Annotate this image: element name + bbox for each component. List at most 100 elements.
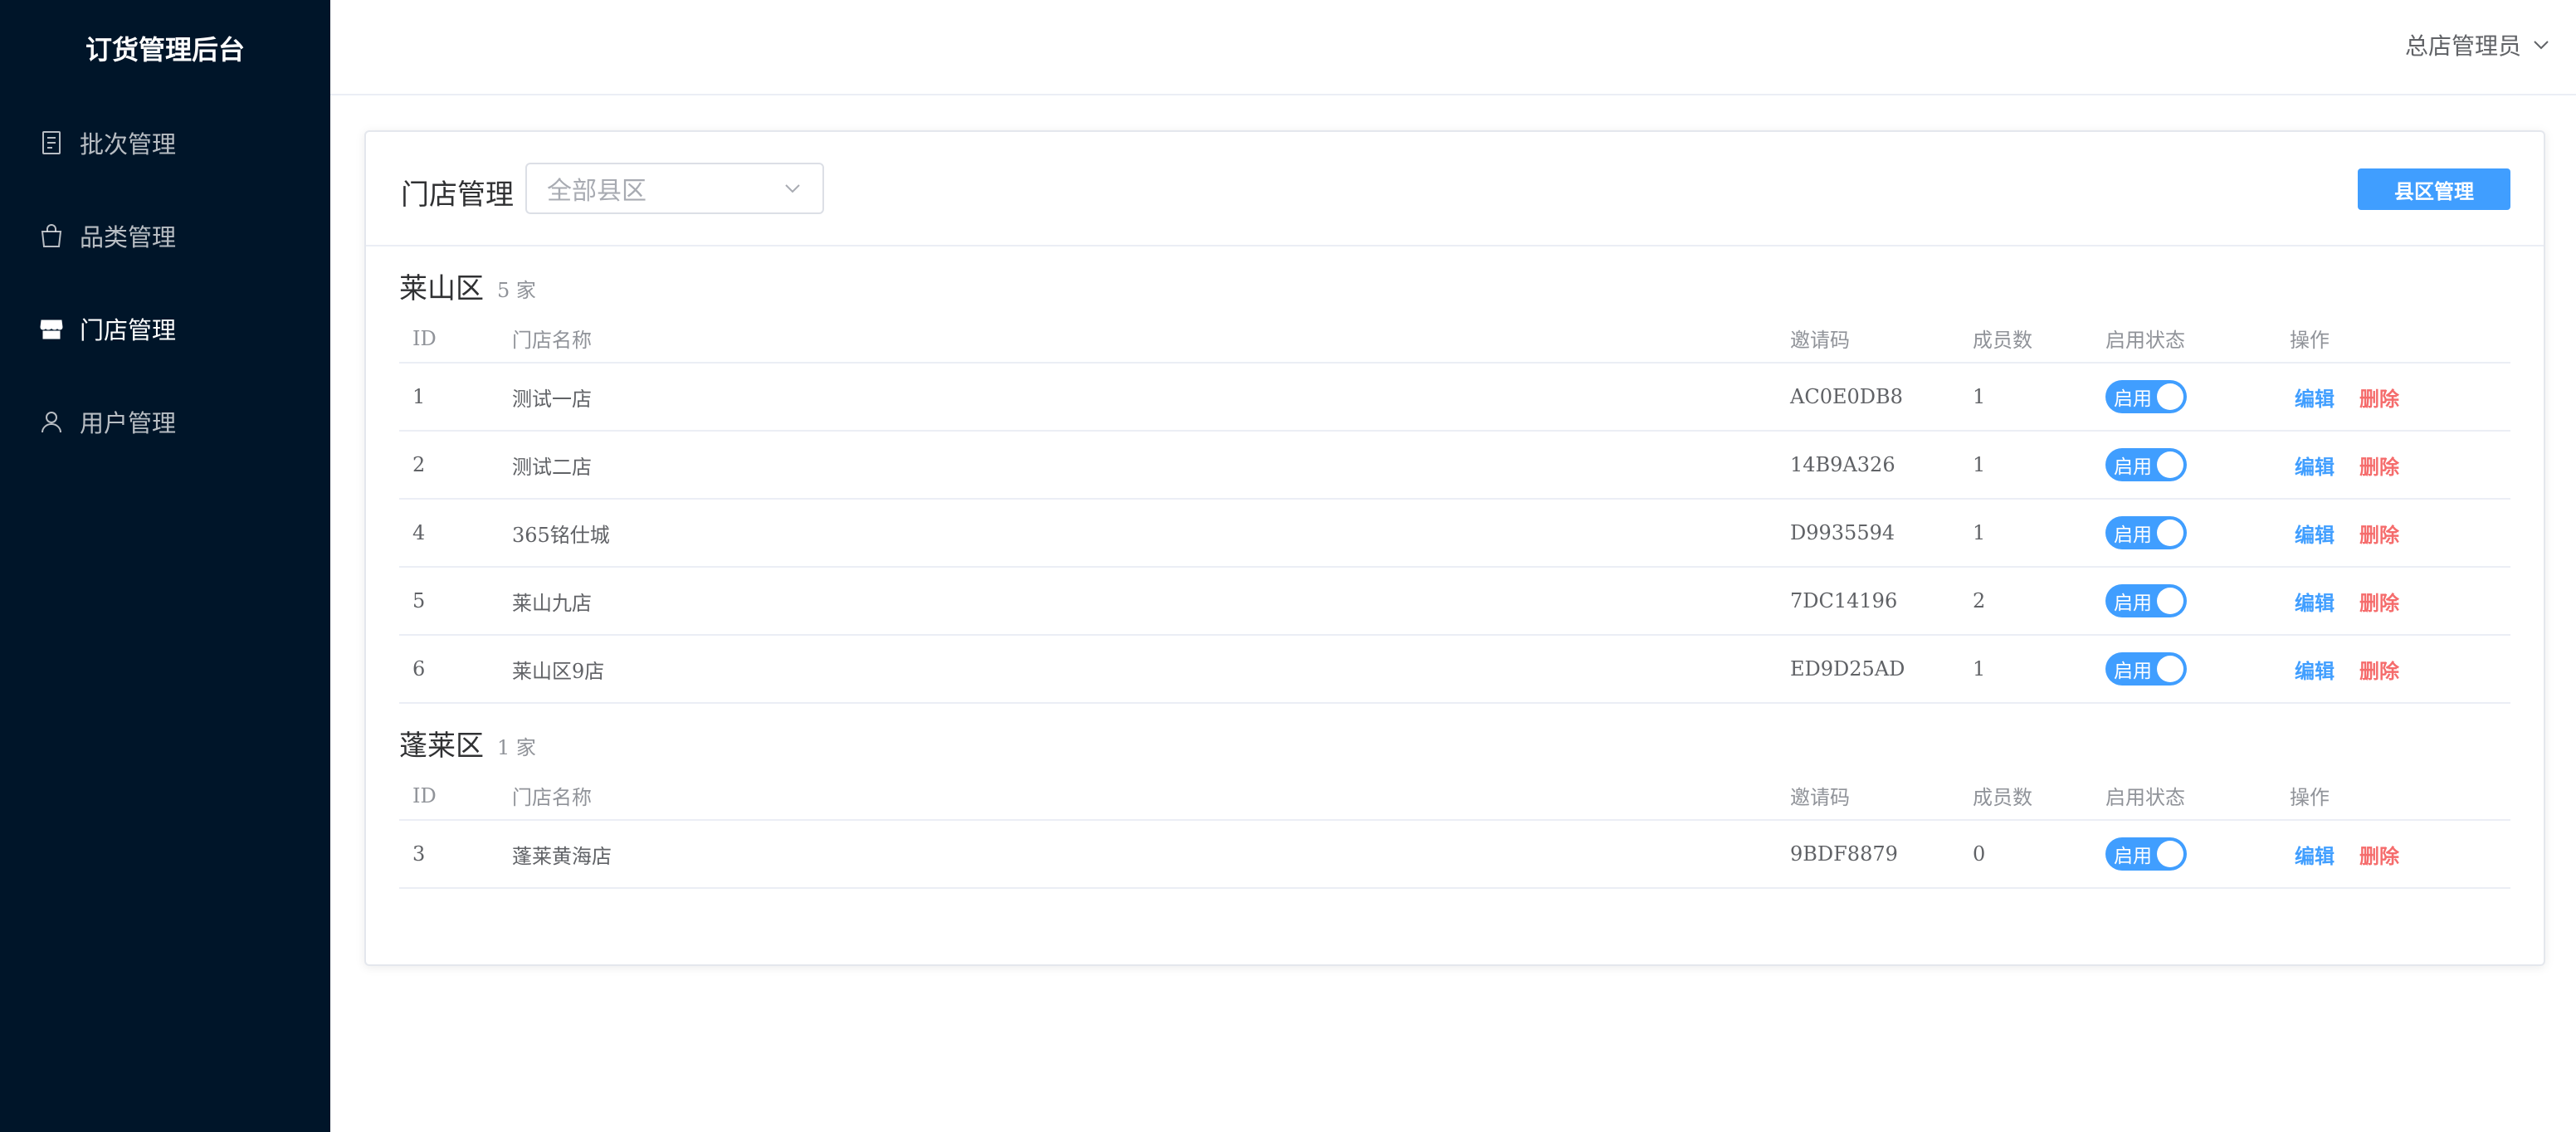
top-header: 总店管理员 [330, 0, 2576, 95]
status-switch[interactable]: 启用 [2105, 652, 2187, 686]
chevron-down-icon [2534, 41, 2549, 50]
group-count: 5 家 [497, 279, 536, 302]
sidebar-item-label: 批次管理 [80, 130, 177, 159]
cell-name: 测试一店 [499, 363, 1777, 432]
cell-members: 0 [1959, 820, 2092, 889]
sidebar-item-users[interactable]: 用户管理 [0, 375, 330, 468]
switch-label: 启用 [2114, 846, 2152, 867]
cell-members: 1 [1959, 635, 2092, 704]
table-header-row: ID 门店名称 邀请码 成员数 启用状态 操作 [399, 315, 2510, 364]
cell-status: 启用 [2092, 567, 2276, 636]
column-header-ops: 操作 [2276, 772, 2510, 821]
status-switch[interactable]: 启用 [2105, 584, 2187, 617]
cell-name: 莱山九店 [499, 567, 1777, 636]
district-select[interactable]: 全部县区 [525, 163, 824, 214]
cell-ops: 编辑 删除 [2276, 567, 2510, 636]
delete-button[interactable]: 删除 [2359, 592, 2399, 615]
cell-status: 启用 [2092, 431, 2276, 500]
table-row: 1 测试一店 AC0E0DB8 1 启用 编辑 删除 [399, 363, 2510, 432]
table-row: 6 莱山区9店 ED9D25AD 1 启用 编辑 删除 [399, 635, 2510, 704]
cell-ops: 编辑 删除 [2276, 431, 2510, 500]
group-title: 莱山区 [399, 272, 484, 305]
status-switch[interactable]: 启用 [2105, 448, 2187, 481]
edit-button[interactable]: 编辑 [2295, 524, 2334, 547]
shopping-bag-icon [38, 222, 65, 249]
cell-code: 14B9A326 [1777, 431, 1959, 500]
switch-label: 启用 [2114, 661, 2152, 682]
cell-ops: 编辑 删除 [2276, 499, 2510, 568]
edit-button[interactable]: 编辑 [2295, 388, 2334, 411]
user-icon [38, 408, 65, 435]
cell-status: 启用 [2092, 820, 2276, 889]
cell-code: AC0E0DB8 [1777, 363, 1959, 432]
delete-button[interactable]: 删除 [2359, 660, 2399, 683]
edit-button[interactable]: 编辑 [2295, 660, 2334, 683]
chevron-down-icon [785, 184, 800, 193]
sidebar-item-stores[interactable]: 门店管理 [0, 282, 330, 375]
cell-id: 1 [399, 363, 499, 432]
edit-button[interactable]: 编辑 [2295, 845, 2334, 868]
cell-ops: 编辑 删除 [2276, 363, 2510, 432]
store-table: ID 门店名称 邀请码 成员数 启用状态 操作 3 蓬莱黄海店 9BDF8879… [399, 772, 2510, 889]
edit-button[interactable]: 编辑 [2295, 456, 2334, 479]
page-title: 门店管理 [401, 178, 514, 212]
cell-members: 1 [1959, 363, 2092, 432]
column-header-status: 启用状态 [2092, 315, 2276, 364]
table-row: 2 测试二店 14B9A326 1 启用 编辑 删除 [399, 431, 2510, 500]
group-header: 蓬莱区 1 家 [399, 704, 2510, 772]
card-header: 门店管理 全部县区 县区管理 [366, 132, 2544, 246]
delete-button[interactable]: 删除 [2359, 388, 2399, 411]
column-header-code: 邀请码 [1777, 772, 1959, 821]
district-select-placeholder: 全部县区 [547, 177, 646, 206]
delete-button[interactable]: 删除 [2359, 456, 2399, 479]
column-header-id: ID [399, 772, 499, 821]
district-management-button[interactable]: 县区管理 [2358, 168, 2510, 210]
cell-status: 启用 [2092, 635, 2276, 704]
sidebar-item-label: 用户管理 [80, 409, 177, 437]
status-switch[interactable]: 启用 [2105, 516, 2187, 549]
document-icon [38, 129, 65, 156]
switch-knob [2157, 841, 2183, 867]
group-title: 蓬莱区 [399, 729, 484, 763]
sidebar-item-label: 门店管理 [80, 316, 177, 344]
switch-knob [2157, 383, 2183, 410]
delete-button[interactable]: 删除 [2359, 845, 2399, 868]
switch-label: 启用 [2114, 388, 2152, 410]
store-icon [38, 315, 65, 342]
edit-button[interactable]: 编辑 [2295, 592, 2334, 615]
column-header-ops: 操作 [2276, 315, 2510, 364]
status-switch[interactable]: 启用 [2105, 380, 2187, 413]
cell-code: 7DC14196 [1777, 567, 1959, 636]
store-management-card: 门店管理 全部县区 县区管理 莱山区 5 家 ID 门店名称 邀请码 成员数 启… [364, 130, 2545, 966]
switch-label: 启用 [2114, 456, 2152, 478]
column-header-members: 成员数 [1959, 772, 2092, 821]
delete-button[interactable]: 删除 [2359, 524, 2399, 547]
cell-code: D9935594 [1777, 499, 1959, 568]
column-header-name: 门店名称 [499, 315, 1777, 364]
cell-name: 365铭仕城 [499, 499, 1777, 568]
sidebar: 订货管理后台 批次管理 品类管理 门店管理 用户管理 [0, 0, 330, 1132]
table-header-row: ID 门店名称 邀请码 成员数 启用状态 操作 [399, 772, 2510, 821]
user-name: 总店管理员 [2404, 32, 2521, 60]
cell-code: ED9D25AD [1777, 635, 1959, 704]
group-count: 1 家 [497, 736, 536, 759]
table-row: 5 莱山九店 7DC14196 2 启用 编辑 删除 [399, 567, 2510, 636]
cell-id: 4 [399, 499, 499, 568]
user-menu[interactable]: 总店管理员 [2405, 28, 2551, 61]
status-switch[interactable]: 启用 [2105, 837, 2187, 871]
sidebar-item-label: 品类管理 [80, 223, 177, 251]
cell-members: 1 [1959, 431, 2092, 500]
store-table: ID 门店名称 邀请码 成员数 启用状态 操作 1 测试一店 AC0E0DB8 … [399, 315, 2510, 704]
cell-members: 1 [1959, 499, 2092, 568]
card-body: 莱山区 5 家 ID 门店名称 邀请码 成员数 启用状态 操作 1 测试一店 A… [366, 246, 2544, 889]
cell-id: 3 [399, 820, 499, 889]
brand-title: 订货管理后台 [85, 34, 245, 66]
switch-knob [2157, 588, 2183, 614]
group-header: 莱山区 5 家 [399, 246, 2510, 315]
sidebar-item-categories[interactable]: 品类管理 [0, 189, 330, 282]
cell-ops: 编辑 删除 [2276, 635, 2510, 704]
switch-label: 启用 [2114, 525, 2152, 546]
switch-knob [2157, 656, 2183, 682]
sidebar-item-batches[interactable]: 批次管理 [0, 96, 330, 189]
column-header-code: 邀请码 [1777, 315, 1959, 364]
